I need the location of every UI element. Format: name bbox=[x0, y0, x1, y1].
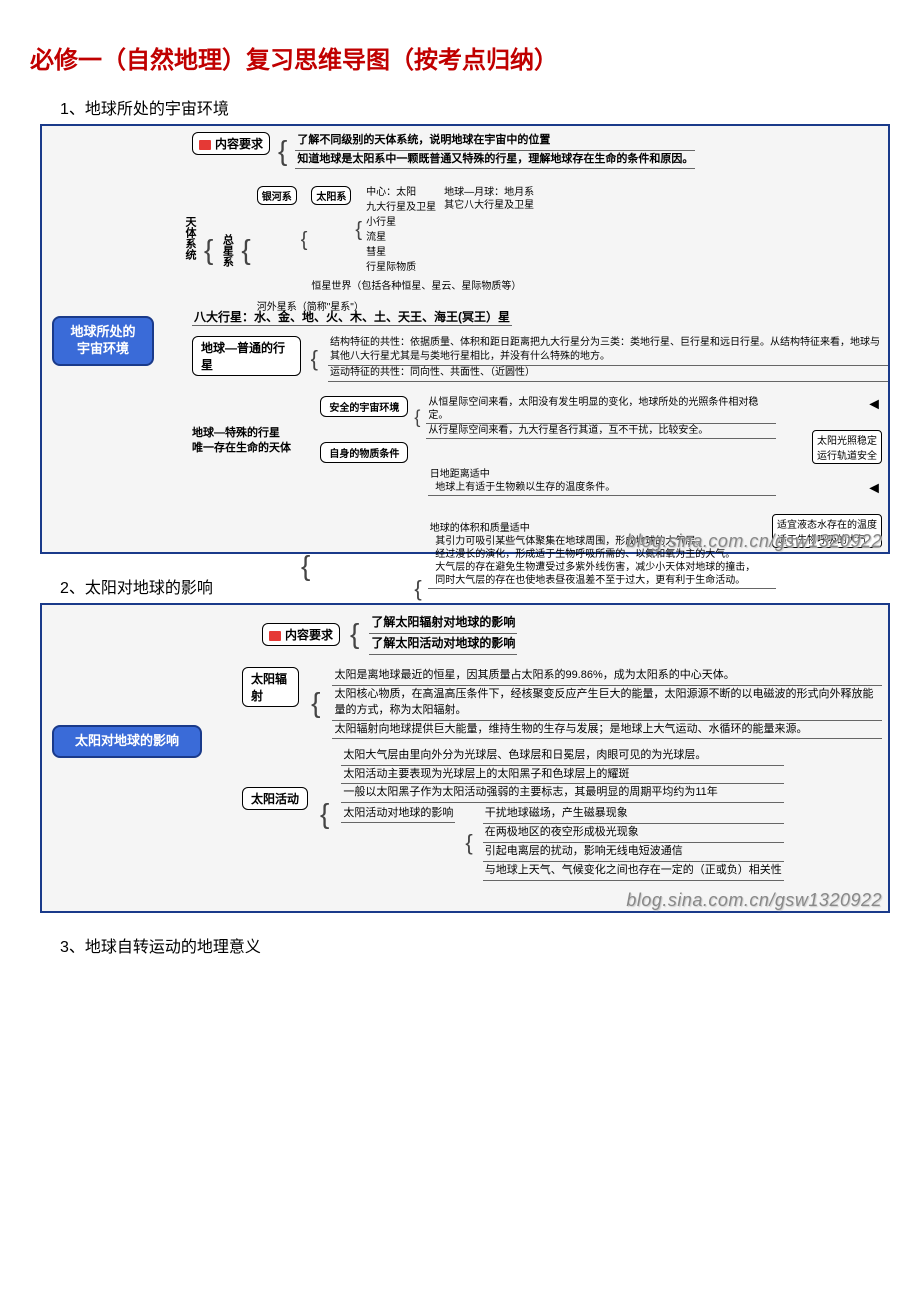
self-cond-label: 自身的物质条件 bbox=[320, 442, 408, 463]
mindmap-2: 太阳对地球的影响 内容要求 { 了解太阳辐射对地球的影响 了解太阳活动对地球的影… bbox=[40, 603, 890, 913]
act-line-2: 太阳活动主要表现为光球层上的太阳黑子和色球层上的耀斑 bbox=[341, 766, 783, 785]
section-3-heading: 3、地球自转运动的地理意义 bbox=[60, 933, 890, 957]
ty-item: 流星 bbox=[366, 231, 436, 244]
brace-icon: { bbox=[414, 411, 420, 424]
brace-icon: { bbox=[465, 835, 472, 850]
tianti-label: 天体系统 bbox=[182, 186, 198, 260]
common-line-2: 运动特征的共性：同向性、共面性、（近圆性） bbox=[328, 366, 888, 382]
map1-req-1: 了解不同级别的天体系统，说明地球在宇宙中的位置 bbox=[295, 132, 695, 151]
brace-icon: { bbox=[311, 351, 318, 366]
map2-activity: 太阳活动 { 太阳大气层由里向外分为光球层、色球层和日冕层，肉眼可见的为光球层。… bbox=[242, 747, 882, 881]
flag-icon bbox=[199, 140, 211, 150]
hengxing-world: 恒星世界（包括各种恒星、星云、星际物质等） bbox=[311, 280, 534, 293]
ty-item: 小行星 bbox=[366, 216, 436, 229]
effect-4: 与地球上天气、气候变化之间也存在一定的（正或负）相关性 bbox=[483, 862, 784, 881]
radiation-label: 太阳辐射 bbox=[242, 667, 299, 707]
brace-icon: { bbox=[355, 223, 362, 237]
ty-item: 行星际物质 bbox=[366, 261, 436, 274]
effect-3: 引起电离层的扰动，影响无线电短波通信 bbox=[483, 843, 784, 862]
act-effects-label: 太阳活动对地球的影响 bbox=[341, 805, 455, 824]
brace-icon: { bbox=[204, 240, 213, 260]
rad-line-1: 太阳是离地球最近的恒星，因其质量占太阳系的99.86%，成为太阳系的中心天体。 bbox=[332, 667, 882, 686]
rad-line-2: 太阳核心物质，在高温高压条件下，经核聚变反应产生巨大的能量，太阳源源不断的以电磁… bbox=[332, 686, 882, 721]
content-req-label: 内容要求 bbox=[262, 623, 340, 646]
yinhe-node: 银河系 bbox=[257, 186, 297, 205]
act-line-1: 太阳大气层由里向外分为光球层、色球层和日冕层，肉眼可见的为光球层。 bbox=[341, 747, 783, 766]
brace-icon: { bbox=[241, 240, 250, 260]
brace-icon: { bbox=[320, 804, 329, 824]
effect-1: 干扰地球磁场，产生磁暴现象 bbox=[483, 805, 784, 824]
activity-label: 太阳活动 bbox=[242, 787, 308, 810]
rad-line-3: 太阳辐射向地球提供巨大能量，维持生物的生存与发展；是地球上大气运动、水循环的能量… bbox=[332, 721, 882, 740]
content-req-text: 内容要求 bbox=[215, 137, 263, 151]
watermark: blog.sina.com.cn/gsw1320922 bbox=[626, 890, 882, 911]
brace-icon: { bbox=[301, 556, 310, 576]
mindmap-1: 地球所处的 宇宙环境 内容要求 { 了解不同级别的天体系统，说明地球在宇宙中的位… bbox=[40, 124, 890, 554]
brace-icon: { bbox=[311, 693, 320, 713]
ty-item: 九大行星及卫星 bbox=[366, 201, 436, 214]
safe-note: 太阳光照稳定 运行轨道安全 bbox=[812, 430, 882, 464]
brace-icon: { bbox=[350, 624, 359, 644]
effect-2: 在两极地区的夜空形成极光现象 bbox=[483, 824, 784, 843]
ty-item: 彗星 bbox=[366, 246, 436, 259]
brace-icon: { bbox=[301, 233, 308, 247]
map2-req-2: 了解太阳活动对地球的影响 bbox=[369, 634, 517, 655]
taiyang-node: 太阳系 bbox=[311, 186, 351, 205]
brace-icon: { bbox=[414, 581, 421, 596]
map2-radiation: 太阳辐射 { 太阳是离地球最近的恒星，因其质量占太阳系的99.86%，成为太阳系… bbox=[242, 667, 882, 739]
map1-celestial-systems: 天体系统 { 总星系 { 银河系 { 太阳系 { 中心：太阳 九大行星及卫星 小… bbox=[182, 186, 882, 314]
flag-icon bbox=[269, 631, 281, 641]
map1-req-2: 知道地球是太阳系中一颗既普通又特殊的行星，理解地球存在生命的条件和原因。 bbox=[295, 151, 695, 170]
zongxing-label: 总星系 bbox=[219, 204, 235, 267]
safe-env-label: 安全的宇宙环境 bbox=[320, 396, 408, 417]
page-title: 必修一（自然地理）复习思维导图（按考点归纳） bbox=[30, 40, 890, 75]
map1-common-planet: 地球—普通的行星 { 结构特征的共性：依据质量、体积和距日距离把九大行星分为三类… bbox=[192, 336, 888, 382]
common-label: 地球—普通的行星 bbox=[192, 336, 301, 376]
common-line-1: 结构特征的共性：依据质量、体积和距日距离把九大行星分为三类：类地行星、巨行星和远… bbox=[328, 336, 888, 366]
content-req-label: 内容要求 bbox=[192, 132, 270, 155]
self-line-1: 日地距离适中 地球上有适于生物赖以生存的温度条件。 bbox=[428, 468, 776, 496]
section-1-heading: 1、地球所处的宇宙环境 bbox=[60, 95, 890, 119]
ty-item: 中心：太阳 bbox=[366, 186, 436, 199]
map1-planets-line: 八大行星：水、金、地、火、木、土、天王、海王(冥王）星 bbox=[192, 308, 512, 325]
brace-icon: { bbox=[278, 141, 287, 161]
map2-req-1: 了解太阳辐射对地球的影响 bbox=[369, 613, 517, 634]
act-line-3: 一般以太阳黑子作为太阳活动强弱的主要标志，其最明显的周期平均约为11年 bbox=[341, 784, 783, 803]
safe-line-1: 从恒星际空间来看，太阳没有发生明显的变化，地球所处的光照条件相对稳定。 bbox=[426, 396, 776, 424]
map2-root-node: 太阳对地球的影响 bbox=[52, 725, 202, 758]
map1-requirements: 内容要求 { 了解不同级别的天体系统，说明地球在宇宙中的位置 知道地球是太阳系中… bbox=[192, 132, 695, 169]
safe-line-2: 从行星际空间来看，九大行星各行其道，互不干扰，比较安全。 bbox=[426, 424, 776, 439]
earth-sat: 地球—月球：地月系 其它八大行星及卫星 bbox=[444, 186, 534, 212]
map2-requirements: 内容要求 { 了解太阳辐射对地球的影响 了解太阳活动对地球的影响 bbox=[262, 613, 517, 655]
planets-text: 八大行星：水、金、地、火、木、土、天王、海王(冥王）星 bbox=[192, 310, 512, 326]
content-req-text: 内容要求 bbox=[285, 628, 333, 642]
special-label: 地球—特殊的行星 唯一存在生命的天体 bbox=[192, 396, 291, 457]
watermark: blog.sina.com.cn/gsw1320922 bbox=[626, 531, 882, 552]
map1-root-node: 地球所处的 宇宙环境 bbox=[52, 316, 154, 366]
